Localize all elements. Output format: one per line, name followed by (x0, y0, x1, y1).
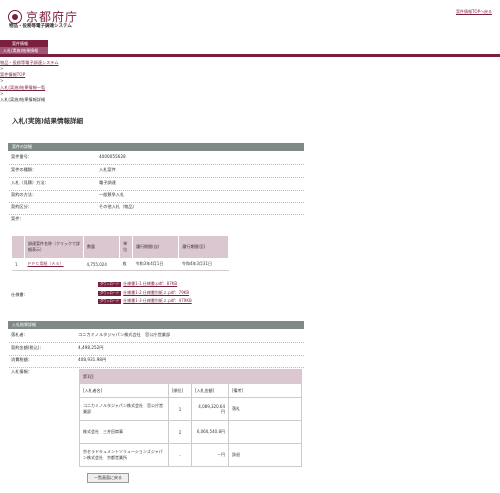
row-number: 1 (12, 258, 25, 271)
column-header: 調達案件名称（クリックで詳細表示） (24, 236, 84, 258)
bidder-name: コニカミノルタジャパン株式会社 官公庁営業部 (79, 397, 169, 421)
download-badge[interactable]: ダウンロード (98, 290, 122, 296)
field-label: 契約の方法： (11, 192, 37, 197)
bid-remarks: 落札 (228, 397, 302, 421)
field-label: 案件番号： (11, 154, 32, 159)
case-row: 案件： (9, 213, 304, 226)
bid-amount: 6,060,540.8円 (191, 420, 229, 444)
field-value: コニカミノルタジャパン株式会社 官公庁営業部 (78, 332, 171, 337)
breadcrumb-case-top[interactable]: 案件情報TOP (0, 72, 25, 77)
spec-file-link[interactable]: 仕様書1-1 仕様書.pdf：87KB (123, 281, 177, 287)
result-section-header: 入札結果詳細 (8, 321, 304, 329)
menu-bar (0, 54, 500, 57)
field-value: 408,931.98円 (78, 357, 107, 362)
bid-rank: 2 (168, 420, 192, 444)
spec-label: 仕様書： (11, 292, 28, 297)
result-row: 落札者： コニカミノルタジャパン株式会社 官公庁営業部 (9, 329, 304, 343)
table-row: 株式会社 三井田商事 2 6,060,540.8円 (79, 420, 302, 444)
field-label: 入札（見積）方法： (11, 180, 49, 185)
column-header: [備考] (228, 383, 302, 398)
spec-file-item: ダウンロード 仕様書1-1 仕様書.pdf：87KB (98, 281, 177, 287)
field-value: 入札案件 (99, 167, 116, 172)
breadcrumb-results-list[interactable]: 入札(実施)結果情報一覧 (0, 85, 45, 90)
table-header-row: 調達案件名称（クリックで詳細表示） 数量 単位 履行期間(自) 履行期間(至) (12, 236, 229, 258)
field-label: 消費税額： (11, 357, 32, 362)
field-value: 電子調達 (99, 180, 116, 185)
menu-item-bid-results[interactable]: 入札(実施)結果情報 (0, 47, 48, 54)
breadcrumb-separator: > (0, 66, 4, 71)
field-label: 案件： (11, 216, 24, 221)
items-table: 調達案件名称（クリックで詳細表示） 数量 単位 履行期間(自) 履行期間(至) … (12, 236, 229, 271)
back-to-list-button[interactable]: 一覧画面に戻る (87, 473, 129, 483)
bid-rank: - (168, 443, 192, 467)
download-badge[interactable]: ダウンロード (98, 298, 122, 304)
column-header: [順位] (168, 383, 192, 398)
table-row: 1 ＰＰＣ用紙（Ａ４） 4,755,024 枚 令和3年4月1日 令和4年3月3… (12, 258, 229, 271)
breadcrumb-separator: > (0, 91, 4, 96)
breadcrumb-system[interactable]: 物品・役務等電子調達システム (0, 60, 59, 65)
field-label: 契約区分： (11, 204, 32, 209)
field-value: その他入札（物品） (99, 204, 137, 209)
menu-item-case-info[interactable]: 案件情報 (0, 40, 48, 47)
period-end: 令和4年3月31日 (178, 258, 229, 271)
bid-rank: 1 (168, 397, 192, 421)
case-row: 案件番号： 4000055628 (9, 151, 304, 165)
bids-table: 第1回 [入札者名] [順位] [入札金額] [備考] コニカミノルタジャパン株… (79, 369, 302, 467)
bidder-name: 株式会社 三井田商事 (79, 420, 169, 444)
spec-file-link[interactable]: 仕様書1-3 仕様書別紙２.pdf：479KB (123, 298, 192, 304)
column-header (12, 236, 25, 258)
column-header: 履行期間(至) (178, 236, 229, 258)
crest-icon (8, 9, 22, 24)
column-header: 履行期間(自) (132, 236, 180, 258)
period-start: 令和3年4月1日 (132, 258, 179, 271)
system-name: 物品・役務等電子調達システム (9, 24, 72, 29)
bid-amount: 4,089,320.64円 (191, 397, 229, 421)
field-label: 落札者： (11, 332, 28, 337)
quantity: 4,755,024 (83, 258, 120, 271)
unit: 枚 (119, 258, 133, 271)
column-header: [入札者名] (79, 383, 169, 398)
case-row: 案件の種類： 入札案件 (9, 164, 304, 178)
breadcrumb-current: 入札(実施)結果情報詳細 (0, 97, 46, 102)
field-value: 4,498,252円 (78, 345, 104, 350)
case-section-header: 案件の詳細 (8, 143, 304, 151)
bidder-name: 京セラドキュメントソリューションズジャパン株式会社 京都営業所 (79, 443, 169, 467)
page-title: 入札(実施)結果情報詳細 (12, 117, 83, 125)
bid-amount: －円 (191, 443, 229, 467)
table-row: コニカミノルタジャパン株式会社 官公庁営業部 1 4,089,320.64円 落… (79, 397, 302, 421)
field-label: 入札情報： (11, 369, 32, 374)
table-header-row: [入札者名] [順位] [入札金額] [備考] (79, 383, 302, 398)
item-name-link[interactable]: ＰＰＣ用紙（Ａ４） (24, 258, 84, 271)
spec-file-item: ダウンロード 仕様書1-2 仕様書別紙２.pdf：79KB (98, 290, 189, 296)
round-header: 第1回 (79, 369, 302, 384)
breadcrumb-separator: > (0, 78, 4, 83)
spec-file-link[interactable]: 仕様書1-2 仕様書別紙２.pdf：79KB (123, 290, 189, 296)
column-header: [入札金額] (191, 383, 229, 398)
field-value: 4000055628 (99, 154, 126, 159)
column-header: 数量 (83, 236, 121, 258)
download-badge[interactable]: ダウンロード (98, 281, 122, 287)
spec-file-item: ダウンロード 仕様書1-3 仕様書別紙２.pdf：479KB (98, 298, 192, 304)
field-label: 契約金額(税込)： (11, 345, 44, 350)
field-value: 一般競争入札 (99, 192, 125, 197)
column-header: 単位 (119, 236, 134, 258)
field-label: 案件の種類： (11, 167, 37, 172)
top-link[interactable]: 案件情報TOPへ戻る (456, 9, 492, 15)
bid-remarks: 辞退 (228, 443, 302, 467)
bid-remarks (228, 420, 302, 444)
table-row: 京セラドキュメントソリューションズジャパン株式会社 京都営業所 - －円 辞退 (79, 443, 302, 467)
